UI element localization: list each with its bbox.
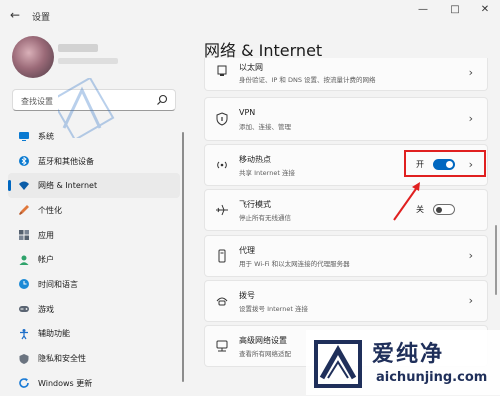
maximize-button[interactable]: □ xyxy=(446,4,464,15)
faint-watermark-logo-icon xyxy=(58,78,115,138)
sidebar-item-label: Windows 更新 xyxy=(38,378,93,388)
sidebar-item-label: 帐户 xyxy=(38,255,54,265)
brush-icon xyxy=(19,205,29,216)
watermark: 爱纯净 aichunjing.com xyxy=(306,330,500,395)
card-airplane-mode[interactable]: 飞行模式 停止所有无线通信 关 xyxy=(204,189,488,231)
sidebar-item-apps[interactable]: 应用 xyxy=(8,223,180,248)
monitor-icon xyxy=(19,132,29,142)
person-icon xyxy=(19,255,29,265)
sidebar-item-label: 时间和语言 xyxy=(38,279,78,289)
annotation-arrow-icon xyxy=(393,182,420,221)
card-proxy[interactable]: 代理 用于 Wi-Fi 和以太网连接的代理服务器 › xyxy=(204,235,488,277)
card-subtitle: 用于 Wi-Fi 和以太网连接的代理服务器 xyxy=(239,260,350,268)
proxy-icon xyxy=(218,249,226,263)
sidebar-item-accounts[interactable]: 帐户 xyxy=(8,247,180,272)
card-title: VPN xyxy=(239,108,256,117)
apps-icon xyxy=(19,230,29,241)
card-title: 高级网络设置 xyxy=(239,336,287,345)
sidebar-item-label: 系统 xyxy=(38,131,54,141)
user-email-blurred xyxy=(58,58,118,64)
bluetooth-icon xyxy=(19,156,29,167)
sidebar-item-label: 隐私和安全性 xyxy=(38,354,86,364)
search-icon[interactable] xyxy=(155,93,169,107)
dialup-icon xyxy=(216,297,228,306)
avatar[interactable] xyxy=(12,36,54,78)
sidebar-item-label: 个性化 xyxy=(38,205,62,215)
card-ethernet[interactable]: 以太网 身份验证、IP 和 DNS 设置、按流量计费的网络 › xyxy=(204,58,488,91)
title-bar: ← 设置 — □ ✕ xyxy=(0,0,500,30)
brand-url: aichunjing.com xyxy=(376,370,488,385)
card-title: 代理 xyxy=(239,246,255,255)
hotspot-icon xyxy=(217,161,227,169)
vpn-shield-icon xyxy=(216,112,228,126)
sidebar-item-label: 网络 & Internet xyxy=(38,181,98,191)
card-title: 飞行模式 xyxy=(239,200,271,209)
close-button[interactable]: ✕ xyxy=(476,4,494,15)
sidebar-item-gaming[interactable]: 游戏 xyxy=(8,297,180,322)
sidebar-item-windows-update[interactable]: Windows 更新 xyxy=(8,371,180,396)
brand-name: 爱纯净 xyxy=(372,342,445,367)
card-title: 拨号 xyxy=(239,291,255,300)
sidebar-item-time-language[interactable]: 时间和语言 xyxy=(8,272,180,297)
accessibility-icon xyxy=(20,328,28,340)
card-dialup[interactable]: 拨号 设置拨号 Internet 连接 › xyxy=(204,280,488,322)
main-scrollbar[interactable] xyxy=(495,225,497,295)
app-title: 设置 xyxy=(32,13,51,23)
update-icon xyxy=(19,378,29,389)
toggle-knob xyxy=(436,206,442,213)
airplane-toggle[interactable] xyxy=(433,204,455,215)
annotation-highlight-box xyxy=(404,150,486,177)
card-vpn[interactable]: VPN 添加、连接、管理 › xyxy=(204,97,488,141)
sidebar-item-label: 蓝牙和其他设备 xyxy=(38,156,94,166)
chevron-right-icon: › xyxy=(468,294,473,307)
card-title: 以太网 xyxy=(239,63,263,72)
network-adapter-icon xyxy=(216,340,228,352)
chevron-right-icon: › xyxy=(468,112,473,125)
sidebar-item-privacy[interactable]: 隐私和安全性 xyxy=(8,346,180,371)
card-subtitle: 共享 Internet 连接 xyxy=(239,169,295,177)
airplane-icon xyxy=(216,204,228,216)
globe-clock-icon xyxy=(19,279,29,290)
sidebar-item-label: 辅助功能 xyxy=(38,329,70,339)
shield-icon xyxy=(19,353,29,364)
sidebar-item-network[interactable]: 网络 & Internet xyxy=(8,173,180,199)
sidebar-item-bluetooth[interactable]: 蓝牙和其他设备 xyxy=(8,149,180,174)
card-subtitle: 停止所有无线通信 xyxy=(239,214,291,222)
user-name-blurred xyxy=(58,44,98,52)
sidebar-item-label: 应用 xyxy=(38,230,54,240)
card-subtitle: 查看所有网络适配 xyxy=(239,350,291,358)
card-subtitle: 添加、连接、管理 xyxy=(239,123,291,131)
gamepad-icon xyxy=(19,306,29,313)
sidebar-nav: 系统 蓝牙和其他设备 网络 & Internet 个性化 应用 帐户 时间和语言… xyxy=(8,124,180,396)
chevron-right-icon: › xyxy=(468,66,473,79)
sidebar-item-accessibility[interactable]: 辅助功能 xyxy=(8,322,180,347)
back-arrow-icon[interactable]: ← xyxy=(10,8,20,22)
sidebar-item-personalization[interactable]: 个性化 xyxy=(8,198,180,223)
wifi-icon xyxy=(19,181,29,190)
brand-logo-icon xyxy=(314,340,362,388)
card-subtitle: 身份验证、IP 和 DNS 设置、按流量计费的网络 xyxy=(239,76,376,84)
ethernet-icon xyxy=(217,65,227,76)
card-subtitle: 设置拨号 Internet 连接 xyxy=(239,305,308,313)
card-title: 移动热点 xyxy=(239,155,271,164)
minimize-button[interactable]: — xyxy=(414,4,432,15)
chevron-right-icon: › xyxy=(468,249,473,262)
sidebar-item-label: 游戏 xyxy=(38,304,54,314)
sidebar-scrollbar[interactable] xyxy=(182,132,184,382)
